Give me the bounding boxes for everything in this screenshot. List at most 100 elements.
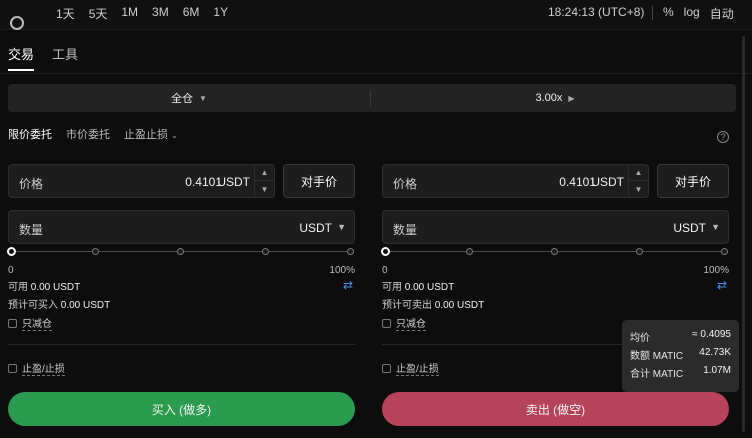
margin-mode-selector[interactable]: 全仓 ▼ <box>8 84 370 112</box>
help-icon[interactable]: ? <box>717 131 729 143</box>
order-type-market[interactable]: 市价委托 <box>66 126 110 146</box>
order-type-tpsl[interactable]: 止盈止损 ⌄ <box>124 126 178 146</box>
buy-amount-slider[interactable] <box>7 246 355 258</box>
leverage-label: 3.00x <box>535 92 563 104</box>
sell-available: 可用 0.00 USDT <box>382 278 454 293</box>
buy-estimate: 预计可买入 0.00 USDT <box>8 296 110 311</box>
slider-step-50[interactable] <box>177 248 184 255</box>
checkbox-icon <box>8 363 17 373</box>
slider-step-25[interactable] <box>466 248 473 255</box>
available-value: 0.00 USDT <box>404 282 455 293</box>
caret-right-icon: ▶ <box>568 93 575 103</box>
sell-reduce-only-checkbox[interactable]: 只减仓 <box>382 316 502 331</box>
slider-min-label: 0 <box>382 265 388 276</box>
tpsl-label: 止盈/止损 <box>22 360 65 376</box>
tab-trade[interactable]: 交易 <box>8 44 34 63</box>
buy-qty-unit-select[interactable]: USDT <box>299 221 332 235</box>
sell-form: 价格 0.4101 USDT ▲ ▼ 对手价 数量 USDT ▼ 0 100% … <box>381 164 729 434</box>
order-type-limit[interactable]: 限价委托 <box>8 126 52 146</box>
sell-price-decrement-icon[interactable]: ▼ <box>629 181 648 197</box>
tooltip-avg-value: ≈ 0.4095 <box>692 329 731 340</box>
leverage-selector[interactable]: 3.00x ▶ <box>374 84 736 112</box>
tooltip-amount-label: 数额 MATIC <box>630 351 684 362</box>
auto-scale-toggle[interactable]: 自动 <box>710 5 734 22</box>
slider-step-50[interactable] <box>551 248 558 255</box>
chevron-down-icon: ▼ <box>337 222 346 232</box>
slider-step-100[interactable] <box>347 248 354 255</box>
available-value: 0.00 USDT <box>30 282 81 293</box>
tab-tools[interactable]: 工具 <box>52 44 78 63</box>
tpsl-label: 止盈/止损 <box>396 360 439 376</box>
slider-handle[interactable] <box>7 247 16 256</box>
sell-estimate: 预计可卖出 0.00 USDT <box>382 296 484 311</box>
order-type-tabs: 限价委托 市价委托 止盈止损 ⌄ <box>8 126 178 146</box>
reduce-only-label: 只减仓 <box>22 315 52 331</box>
checkbox-icon <box>382 318 391 328</box>
panel-tabs: 交易 工具 <box>0 30 752 74</box>
range-1y[interactable]: 1Y <box>213 5 228 22</box>
slider-max-label: 100% <box>703 265 729 276</box>
chevron-down-icon: ⌄ <box>171 131 178 140</box>
buy-form: 价格 0.4101 USDT ▲ ▼ 对手价 数量 USDT ▼ 0 100% … <box>7 164 355 434</box>
buy-long-button[interactable]: 买入 (做多) <box>8 392 355 426</box>
buy-price-input[interactable]: 价格 0.4101 USDT ▲ ▼ <box>8 164 275 198</box>
sell-tpsl-checkbox[interactable]: 止盈/止损 <box>382 360 502 376</box>
sell-amount-slider[interactable] <box>381 246 729 258</box>
chevron-down-icon: ▼ <box>711 222 720 232</box>
buy-price-increment-icon[interactable]: ▲ <box>255 165 274 181</box>
buy-price-label: 价格 <box>19 177 44 191</box>
buy-price-unit: USDT <box>217 175 250 189</box>
buy-price-decrement-icon[interactable]: ▼ <box>255 181 274 197</box>
range-1d[interactable]: 1天 <box>56 5 75 22</box>
sell-price-input[interactable]: 价格 0.4101 USDT ▲ ▼ <box>382 164 649 198</box>
estimate-label: 预计可卖出 <box>382 300 432 311</box>
slider-step-75[interactable] <box>636 248 643 255</box>
sell-qty-unit-select[interactable]: USDT <box>673 221 706 235</box>
sell-price-increment-icon[interactable]: ▲ <box>629 165 648 181</box>
buy-tpsl-checkbox[interactable]: 止盈/止损 <box>8 360 128 376</box>
mode-divider <box>370 90 371 106</box>
panel-scrollbar[interactable] <box>742 36 745 432</box>
sell-short-button[interactable]: 卖出 (做空) <box>382 392 729 426</box>
sell-price-stepper: ▲ ▼ <box>628 165 648 197</box>
slider-handle[interactable] <box>381 247 390 256</box>
slider-min-label: 0 <box>8 265 14 276</box>
range-6m[interactable]: 6M <box>183 5 200 22</box>
tooltip-row-total: 合计 MATIC 1.07M <box>630 365 731 383</box>
percent-scale-toggle[interactable]: % <box>663 5 674 22</box>
tooltip-total-value: 1.07M <box>703 365 731 376</box>
slider-step-25[interactable] <box>92 248 99 255</box>
range-5d[interactable]: 5天 <box>89 5 108 22</box>
available-label: 可用 <box>8 282 28 293</box>
time-range-selector: 1天 5天 1M 3M 6M 1Y <box>56 5 228 22</box>
sell-qty-label: 数量 <box>393 223 418 237</box>
slider-step-100[interactable] <box>721 248 728 255</box>
buy-bbo-button[interactable]: 对手价 <box>283 164 355 198</box>
caret-down-icon: ▼ <box>199 93 207 103</box>
tooltip-total-label: 合计 MATIC <box>630 369 684 380</box>
chart-toolbar: 1天 5天 1M 3M 6M 1Y 18:24:13 (UTC+8) % log… <box>0 0 752 30</box>
logo-icon <box>10 16 24 30</box>
toolbar-divider <box>652 6 653 20</box>
transfer-icon[interactable]: ⇄ <box>717 278 727 292</box>
slider-step-75[interactable] <box>262 248 269 255</box>
checkbox-icon <box>8 318 17 328</box>
available-label: 可用 <box>382 282 402 293</box>
log-scale-toggle[interactable]: log <box>684 5 700 22</box>
sell-price-label: 价格 <box>393 177 418 191</box>
order-type-tpsl-label: 止盈止损 <box>124 129 168 141</box>
tooltip-row-amount: 数额 MATIC 42.73K <box>630 347 731 365</box>
range-3m[interactable]: 3M <box>152 5 169 22</box>
estimate-value: 0.00 USDT <box>434 300 485 311</box>
tooltip-amount-value: 42.73K <box>699 347 731 358</box>
depth-tooltip: 均价 ≈ 0.4095 数额 MATIC 42.73K 合计 MATIC 1.0… <box>622 320 739 392</box>
margin-mode-label: 全仓 <box>171 93 194 105</box>
buy-quantity-input[interactable]: 数量 USDT ▼ <box>8 210 355 244</box>
buy-reduce-only-checkbox[interactable]: 只减仓 <box>8 315 128 331</box>
sell-bbo-button[interactable]: 对手价 <box>657 164 729 198</box>
range-1m[interactable]: 1M <box>121 5 138 22</box>
buy-available: 可用 0.00 USDT <box>8 278 80 293</box>
sell-quantity-input[interactable]: 数量 USDT ▼ <box>382 210 729 244</box>
transfer-icon[interactable]: ⇄ <box>343 278 353 292</box>
buy-price-stepper: ▲ ▼ <box>254 165 274 197</box>
